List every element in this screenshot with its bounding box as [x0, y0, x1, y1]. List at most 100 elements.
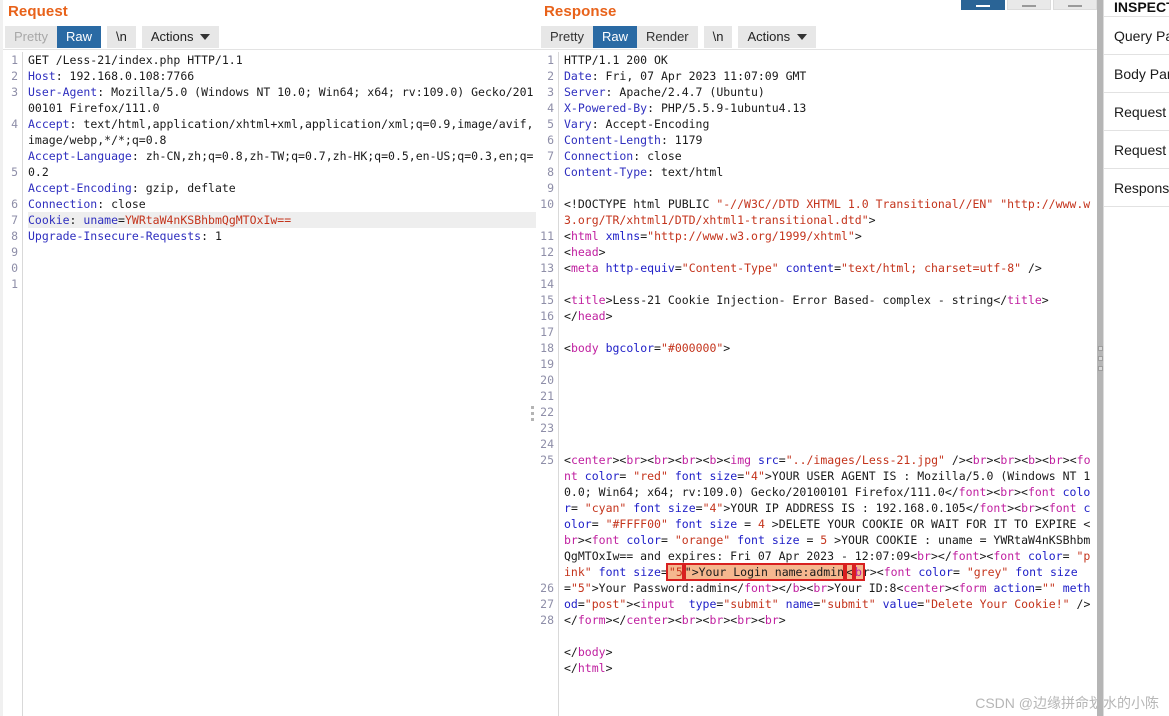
- code-token: "": [1041, 581, 1056, 595]
- code-token: ><: [986, 453, 1001, 467]
- response-view-tabs: Pretty Raw Render: [541, 25, 698, 48]
- code-line[interactable]: Content-Length: 1179: [564, 132, 1097, 148]
- code-token: "grey": [966, 565, 1009, 579]
- code-line[interactable]: <!DOCTYPE html PUBLIC "-//W3C//DTD XHTML…: [564, 196, 1097, 228]
- code-line[interactable]: [28, 260, 536, 276]
- code-line[interactable]: Host: 192.168.0.108:7766: [28, 68, 536, 84]
- response-body-block[interactable]: <center><br><br><br><b><img src="../imag…: [564, 452, 1097, 628]
- code-line[interactable]: Server: Apache/2.4.7 (Ubuntu): [564, 84, 1097, 100]
- code-line[interactable]: HTTP/1.1 200 OK: [564, 52, 1097, 68]
- code-token: : PHP/5.5.9-1ubuntu4.13: [647, 101, 807, 115]
- code-line[interactable]: [564, 372, 1097, 388]
- code-token: body: [570, 341, 599, 355]
- code-token: DELETE YOUR COOKIE OR WAIT FOR IT TO EXP…: [778, 517, 1084, 531]
- code-line[interactable]: </head>: [564, 308, 1097, 324]
- code-line[interactable]: Vary: Accept-Encoding: [564, 116, 1097, 132]
- code-token: <: [564, 261, 571, 275]
- code-line[interactable]: Accept-Language: zh-CN,zh;q=0.8,zh-TW;q=…: [28, 148, 536, 180]
- code-line[interactable]: [28, 244, 536, 260]
- request-splitter-grip[interactable]: [529, 400, 536, 426]
- code-token: Accept: [28, 117, 70, 131]
- minimize-glyph: [1022, 5, 1036, 7]
- code-token: "../images/Less-21.jpg": [785, 453, 945, 467]
- response-editor[interactable]: 12345678910.1112131415161718192021222324…: [536, 52, 1097, 716]
- code-line[interactable]: Accept-Encoding: gzip, deflate: [28, 180, 536, 196]
- line-number: 20: [540, 373, 554, 387]
- code-line[interactable]: <html xmlns="http://www.w3.org/1999/xhtm…: [564, 228, 1097, 244]
- code-line[interactable]: <head>: [564, 244, 1097, 260]
- code-line[interactable]: X-Powered-By: PHP/5.5.9-1ubuntu4.13: [564, 100, 1097, 116]
- code-token: font: [674, 469, 703, 483]
- window-restore-button[interactable]: [961, 0, 1005, 10]
- grip-dot: [1097, 365, 1103, 371]
- code-line[interactable]: User-Agent: Mozilla/5.0 (Windows NT 10.0…: [28, 84, 536, 116]
- code-line[interactable]: Date: Fri, 07 Apr 2023 11:07:09 GMT: [564, 68, 1097, 84]
- tab-request-pretty[interactable]: Pretty: [5, 25, 57, 48]
- code-token: <: [564, 229, 571, 243]
- code-token: >: [1041, 293, 1049, 307]
- code-line[interactable]: [564, 404, 1097, 420]
- code-line[interactable]: Upgrade-Insecure-Requests: 1: [28, 228, 536, 244]
- code-line[interactable]: Content-Type: text/html: [564, 164, 1097, 180]
- code-token: "4": [702, 501, 724, 515]
- code-token: =: [1062, 549, 1077, 563]
- code-token: font: [1027, 485, 1056, 499]
- code-line[interactable]: [564, 628, 1097, 644]
- code-line[interactable]: Connection: close: [28, 196, 536, 212]
- code-token: =: [660, 565, 668, 579]
- tab-response-render[interactable]: Render: [636, 25, 698, 48]
- code-token: ><: [986, 485, 1001, 499]
- code-token: font: [737, 533, 765, 547]
- tab-response-raw[interactable]: Raw: [592, 25, 637, 48]
- code-line[interactable]: </html>: [564, 660, 1097, 676]
- code-token: content: [785, 261, 835, 275]
- code-line[interactable]: GET /Less-21/index.php HTTP/1.1: [28, 52, 536, 68]
- code-token: =: [660, 533, 675, 547]
- request-editor[interactable]: 123.4..5.678901 GET /Less-21/index.php H…: [0, 52, 536, 716]
- code-line[interactable]: <body bgcolor="#000000">: [564, 340, 1097, 356]
- window-maximize-button[interactable]: [1053, 0, 1097, 10]
- code-line[interactable]: [564, 356, 1097, 372]
- response-newline-button[interactable]: \n: [703, 25, 733, 48]
- code-token: b: [792, 581, 800, 595]
- code-token: : close: [97, 197, 146, 211]
- response-raw-text[interactable]: HTTP/1.1 200 OK Date: Fri, 07 Apr 2023 11…: [559, 52, 1097, 716]
- code-line[interactable]: Connection: close: [564, 148, 1097, 164]
- code-token: </: [944, 485, 959, 499]
- code-token: size: [709, 517, 738, 531]
- code-token: title: [1007, 293, 1042, 307]
- code-line[interactable]: [564, 276, 1097, 292]
- code-line[interactable]: [564, 420, 1097, 436]
- code-line[interactable]: [564, 436, 1097, 452]
- code-line[interactable]: Accept: text/html,application/xhtml+xml,…: [28, 116, 536, 148]
- code-line[interactable]: [564, 180, 1097, 196]
- window-minimize-button[interactable]: [1007, 0, 1051, 10]
- request-actions-button[interactable]: Actions: [141, 25, 220, 48]
- line-number: 24: [540, 437, 554, 451]
- code-line[interactable]: [564, 388, 1097, 404]
- request-raw-text[interactable]: GET /Less-21/index.php HTTP/1.1 Host: 192…: [23, 52, 536, 716]
- code-token: "text/html; charset=utf-8": [841, 261, 1022, 275]
- inspector-item-body-parameters[interactable]: Body Parameters: [1104, 54, 1169, 92]
- inspector-item-request-cookies[interactable]: Request Cookies: [1104, 92, 1169, 130]
- request-newline-button[interactable]: \n: [106, 25, 136, 48]
- response-actions-button[interactable]: Actions: [738, 25, 817, 48]
- code-line[interactable]: Cookie: uname=YWRtaW4nKSBhbmQgMTOxIw==: [28, 212, 536, 228]
- code-token: =: [1035, 581, 1042, 595]
- tab-response-pretty[interactable]: Pretty: [541, 25, 593, 48]
- code-token: ><: [751, 613, 765, 627]
- code-line[interactable]: <title>Less-21 Cookie Injection- Error B…: [564, 292, 1097, 308]
- code-line[interactable]: </body>: [564, 644, 1097, 660]
- code-line[interactable]: [564, 324, 1097, 340]
- code-token: center: [903, 581, 945, 595]
- tab-request-raw[interactable]: Raw: [56, 25, 101, 48]
- inspector-item-query-parameters[interactable]: Query Parameters: [1104, 16, 1169, 54]
- code-line[interactable]: <meta http-equiv="Content-Type" content=…: [564, 260, 1097, 276]
- inspector-item-request-headers[interactable]: Request Headers: [1104, 130, 1169, 168]
- inspector-item-response-headers[interactable]: Response Headers: [1104, 168, 1169, 206]
- code-token: <: [1083, 517, 1091, 531]
